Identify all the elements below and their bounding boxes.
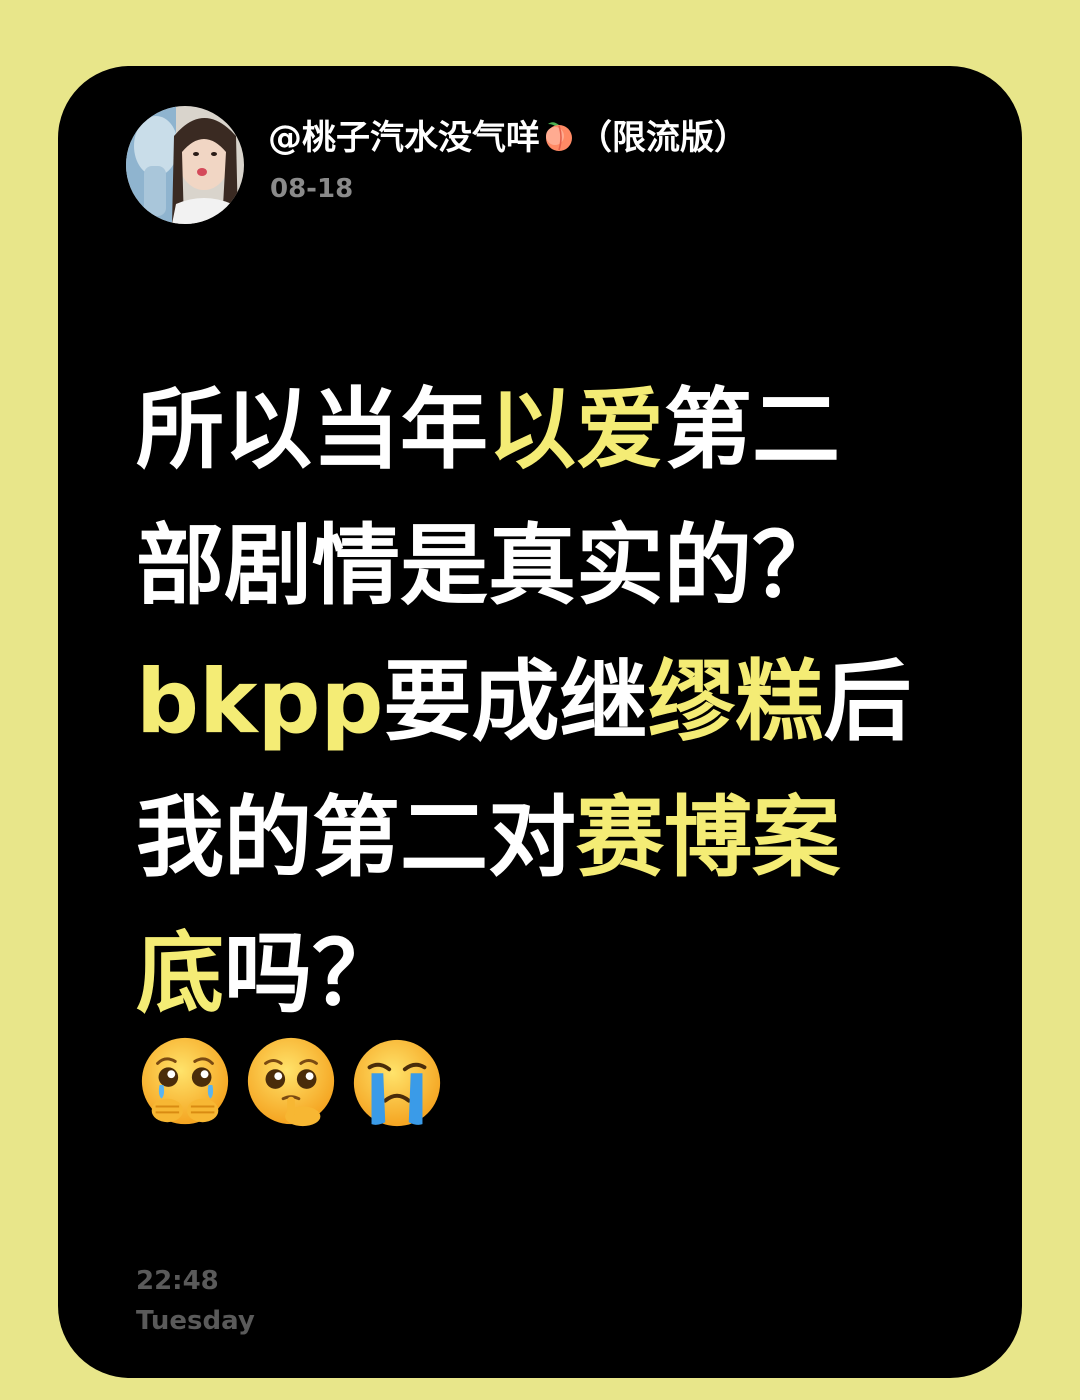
text-segment: 后 [823, 650, 912, 753]
text-segment: 要成继 [383, 650, 648, 753]
highlight-segment: 以爱 [488, 378, 665, 481]
post-date: 08-18 [270, 174, 354, 204]
text-segment: 我的第二对 [136, 786, 577, 889]
loudly-crying-face-icon [353, 1039, 441, 1127]
footer-day: Tuesday [136, 1306, 255, 1336]
post-content: 所以当年以爱第二 部剧情是真实的？ bkpp要成继缪糕后 我的第二对赛博案 底吗… [136, 362, 996, 1042]
highlight-segment: 赛博案 [576, 786, 841, 889]
username-text: @桃子汽水没气咩 [268, 118, 540, 158]
peach-icon [542, 119, 576, 162]
username[interactable]: @桃子汽水没气咩 （限流版） [268, 110, 748, 162]
highlight-segment: bkpp [136, 650, 384, 753]
avatar[interactable] [126, 106, 244, 224]
post-line: 我的第二对赛博案 [136, 770, 996, 906]
post-line: 底吗？ [136, 906, 996, 1042]
post-line: bkpp要成继缪糕后 [136, 634, 996, 770]
post-line: 所以当年以爱第二 [136, 362, 996, 498]
highlight-segment: 缪糕 [647, 650, 824, 753]
username-suffix: （限流版） [578, 118, 748, 158]
pleading-face-thinking-icon [247, 1037, 335, 1127]
post-line: 部剧情是真实的？ [136, 498, 996, 634]
text-segment: 第二 [664, 378, 841, 481]
highlight-segment: 底 [136, 922, 225, 1025]
text-segment: 吗？ [224, 922, 401, 1025]
footer-time: 22:48 [136, 1266, 219, 1296]
text-segment: 所以当年 [136, 378, 489, 481]
post-card: @桃子汽水没气咩 （限流版） 08-18 所以当年以爱第二 部剧情是真实的？ bk… [58, 66, 1022, 1378]
text-segment: 部剧情是真实的？ [136, 514, 841, 617]
pleading-face-hands-over-mouth-icon [141, 1037, 229, 1125]
emoji-row [136, 1034, 446, 1132]
